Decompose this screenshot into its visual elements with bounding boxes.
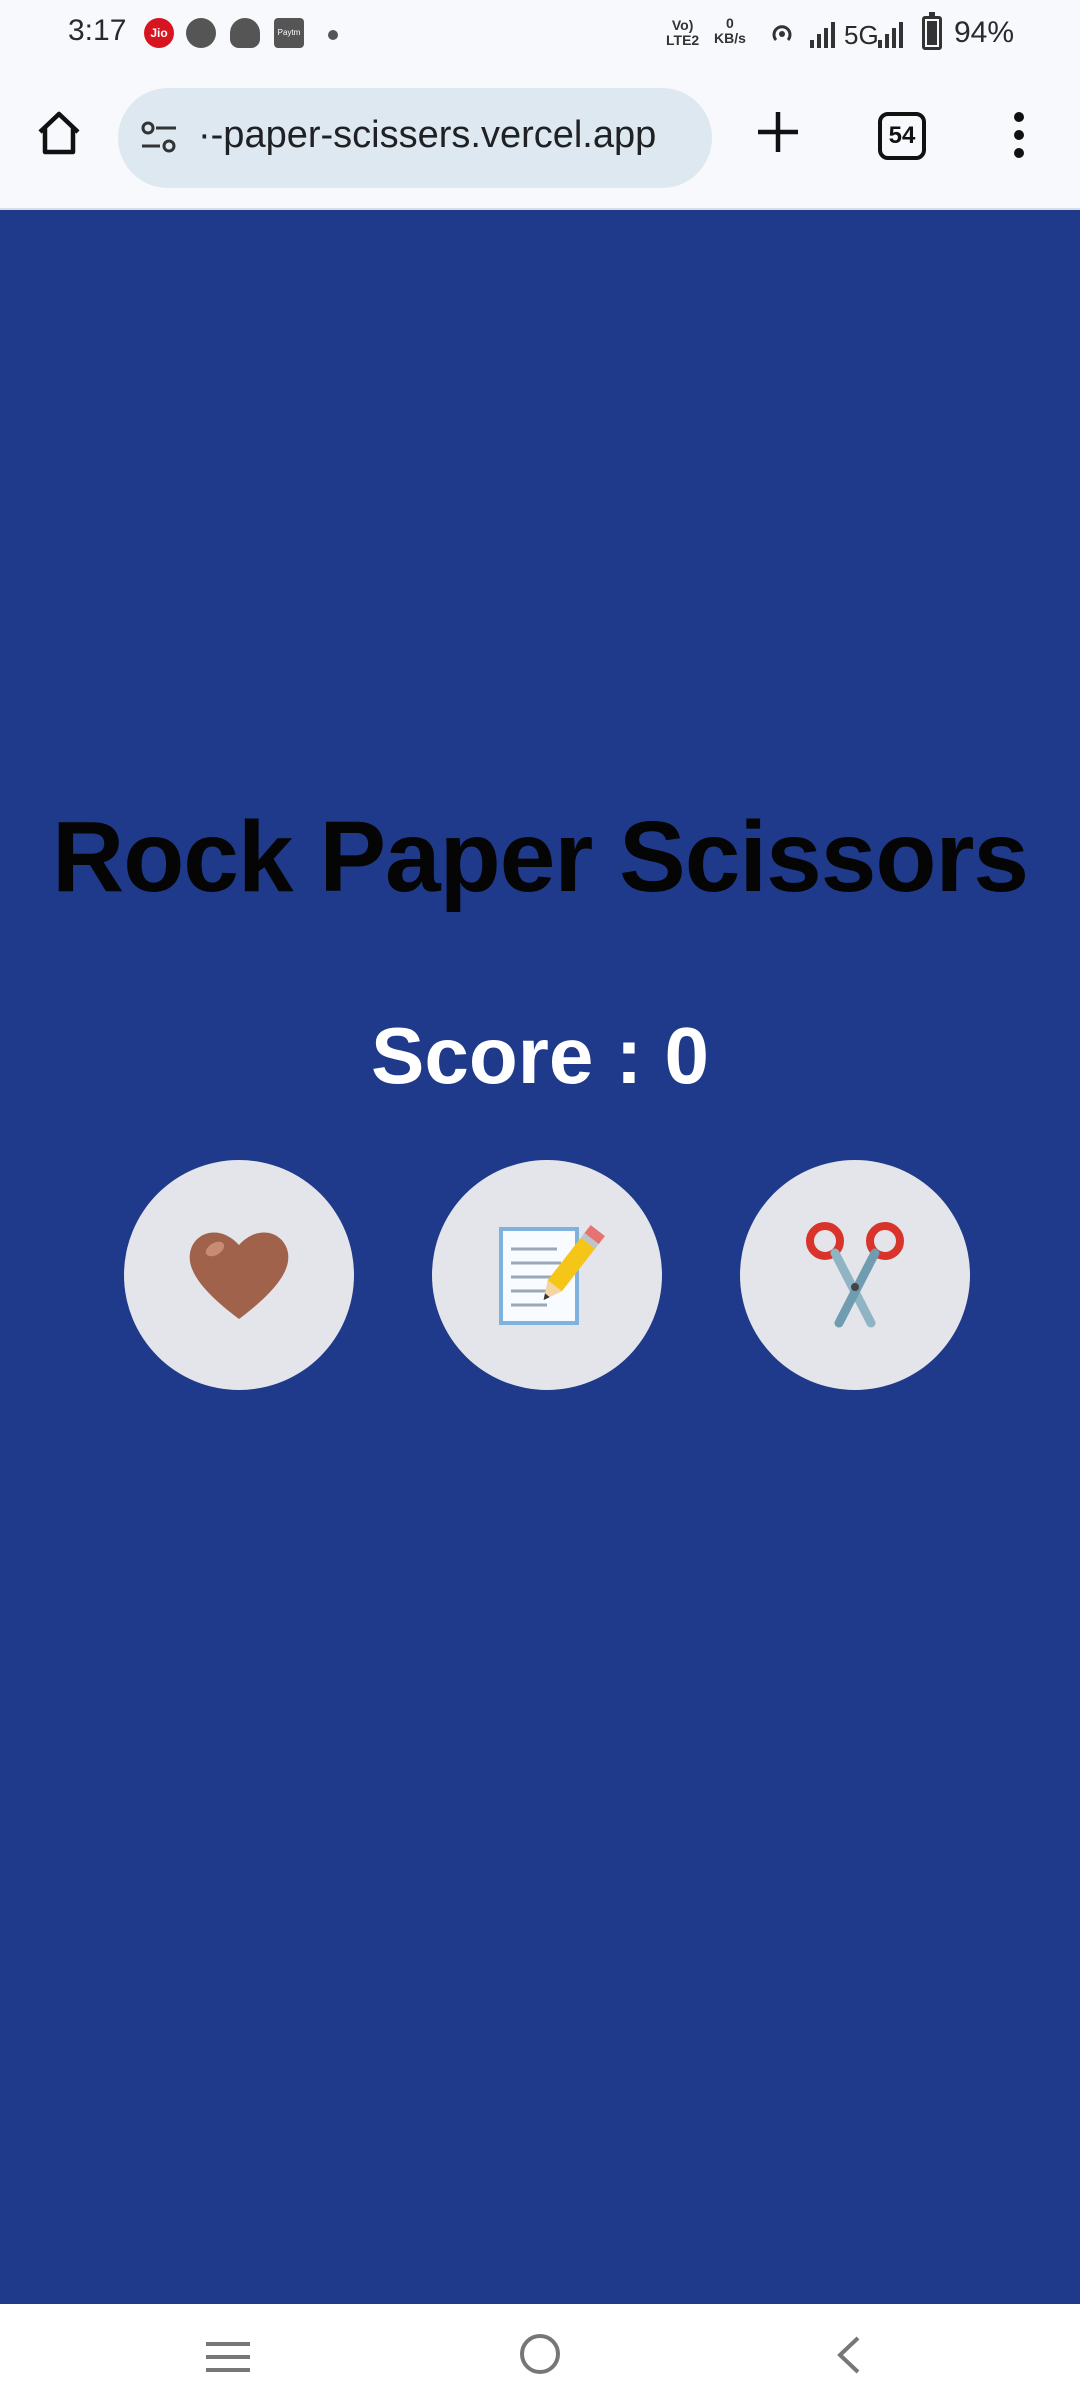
signal-strength-icon-2: [878, 22, 903, 48]
url-text[interactable]: ·-paper-scissers.vercel.app: [198, 114, 698, 157]
paper-button[interactable]: [432, 1160, 662, 1390]
system-nav-bar: [0, 2304, 1080, 2408]
battery-percent: 94%: [954, 16, 1015, 49]
back-icon[interactable]: [834, 2334, 864, 2376]
rock-button[interactable]: [124, 1160, 354, 1390]
network-speed: 0 KB/s: [714, 15, 746, 46]
hotspot-icon: [772, 25, 792, 41]
plus-icon[interactable]: [752, 106, 804, 158]
status-bar: 3:17 Jio Paytm Vo) LTE2 0 KB/s 5G 94%: [0, 0, 1080, 68]
scissors-emoji-icon: [806, 1222, 904, 1328]
choice-buttons: [0, 1160, 1080, 1390]
page-title: Rock Paper Scissors: [52, 801, 1029, 913]
game-page: Rock Paper Scissors Score : 0: [0, 210, 1080, 2304]
home-circle-icon[interactable]: [520, 2334, 560, 2374]
more-vert-icon[interactable]: [1000, 110, 1040, 160]
browser-toolbar: ·-paper-scissers.vercel.app 54: [0, 68, 1080, 210]
home-icon[interactable]: [34, 108, 84, 158]
paytm-notification-icon: Paytm: [274, 18, 304, 48]
battery-icon: [922, 12, 942, 50]
address-bar[interactable]: ·-paper-scissers.vercel.app: [118, 88, 712, 188]
signal-strength-icon: [810, 22, 835, 48]
battery-level-fill: [927, 20, 937, 45]
brown-heart-emoji-icon: [189, 1232, 289, 1319]
network-type: 5G: [844, 20, 879, 50]
score-label: Score : 0: [371, 1011, 709, 1100]
status-time: 3:17: [68, 14, 127, 47]
volte-indicator: Vo) LTE2: [666, 17, 700, 48]
tune-icon[interactable]: [138, 116, 180, 158]
scissors-button[interactable]: [740, 1160, 970, 1390]
recents-icon[interactable]: [206, 2342, 250, 2372]
memo-emoji-icon: [499, 1225, 605, 1325]
leaf-notification-icon: [186, 18, 216, 48]
bell-notification-icon: [230, 18, 260, 48]
more-notifications-dot-icon: [328, 30, 338, 40]
tabs-icon[interactable]: 54: [878, 112, 926, 160]
jio-notification-icon: Jio: [144, 18, 174, 48]
